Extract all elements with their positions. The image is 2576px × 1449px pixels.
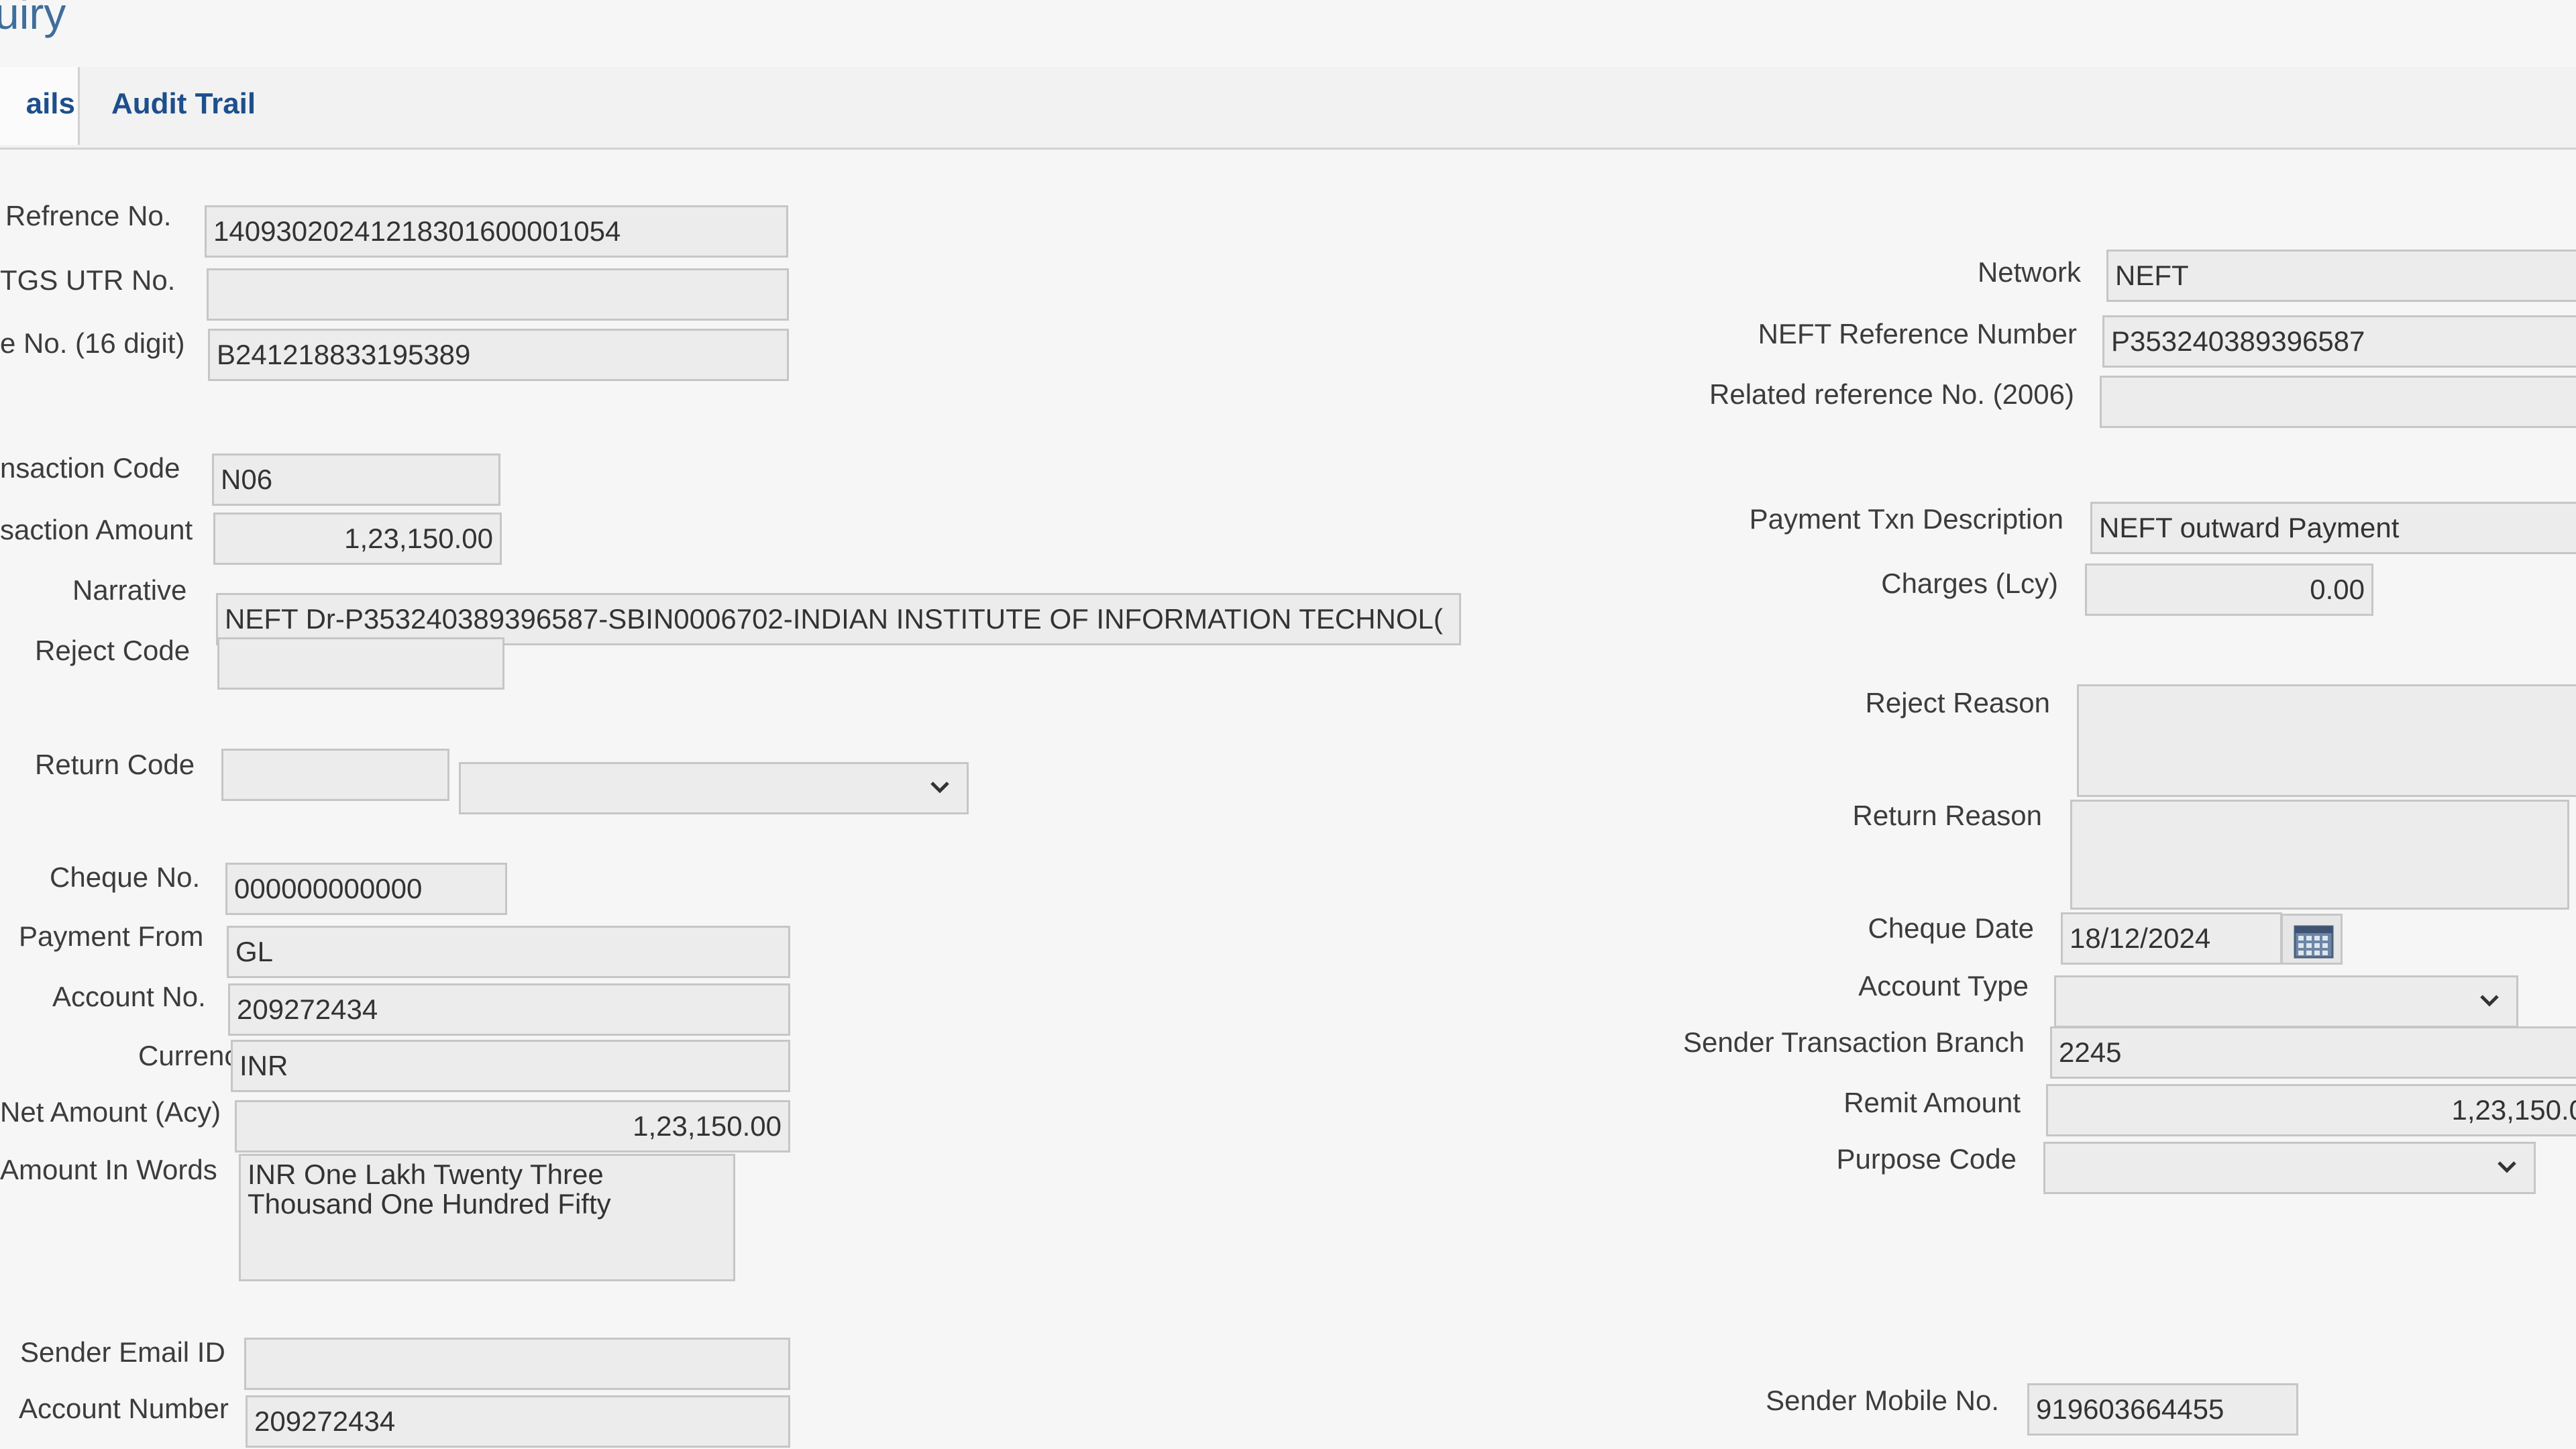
net-amount-label: Net Amount (Acy) [0, 1096, 221, 1128]
payment-from-label: Payment From [19, 920, 204, 952]
cheque-no-field[interactable]: 000000000000 [225, 863, 507, 915]
reference-no-label: Refrence No. [5, 200, 172, 231]
reject-reason-field[interactable] [2077, 684, 2576, 797]
reject-code-field[interactable] [217, 637, 504, 690]
amount-in-words-label: Amount In Words [0, 1154, 217, 1185]
tab-audit-trail[interactable]: Audit Trail [111, 67, 256, 145]
charges-field[interactable]: 0.00 [2085, 564, 2373, 616]
tab-bar: ails Audit Trail [0, 67, 2576, 150]
page-title: uiry [0, 0, 66, 38]
net-amount-field[interactable]: 1,23,150.00 [235, 1100, 790, 1152]
account-number-label: Account Number [19, 1393, 229, 1424]
transaction-code-label: nsaction Code [0, 452, 180, 484]
account-type-label: Account Type [1858, 970, 2029, 1002]
account-type-select[interactable] [2054, 975, 2518, 1028]
sender-email-field[interactable] [244, 1338, 790, 1390]
cheque-date-label: Cheque Date [1868, 912, 2034, 944]
account-number-field[interactable]: 209272434 [246, 1395, 790, 1448]
sixteen-digit-no-label: e No. (16 digit) [0, 327, 185, 359]
sender-mobile-label: Sender Mobile No. [1766, 1385, 1999, 1416]
return-reason-label: Return Reason [1852, 800, 2043, 831]
cheque-date-field[interactable]: 18/12/2024 [2061, 912, 2282, 965]
purpose-code-select[interactable] [2043, 1142, 2536, 1194]
related-reference-label: Related reference No. (2006) [1709, 378, 2074, 410]
charges-label: Charges (Lcy) [1881, 568, 2058, 599]
utr-no-field[interactable] [207, 268, 789, 321]
neft-reference-field[interactable]: P353240389396587 [2102, 315, 2576, 368]
transaction-amount-field[interactable]: 1,23,150.00 [213, 513, 502, 565]
chevron-down-icon [2480, 995, 2499, 1007]
network-label: Network [1977, 256, 2081, 288]
payment-txn-description-label: Payment Txn Description [1749, 503, 2063, 535]
utr-no-label: TGS UTR No. [0, 264, 176, 296]
payment-txn-description-field[interactable]: NEFT outward Payment [2090, 502, 2576, 554]
related-reference-field[interactable] [2100, 376, 2576, 428]
account-no-field[interactable]: 209272434 [228, 983, 790, 1036]
narrative-label: Narrative [72, 574, 187, 606]
sender-transaction-branch-field[interactable]: 2245 [2050, 1026, 2576, 1079]
purpose-code-label: Purpose Code [1836, 1143, 2017, 1175]
sixteen-digit-no-field[interactable]: B241218833195389 [208, 329, 789, 381]
currency-field[interactable]: INR [231, 1040, 790, 1092]
reference-no-field[interactable]: 14093020241218301600001054 [205, 205, 788, 258]
sender-email-label: Sender Email ID [20, 1336, 225, 1368]
transaction-code-field[interactable]: N06 [212, 453, 500, 506]
return-code-label: Return Code [35, 749, 195, 780]
chevron-down-icon [930, 782, 949, 794]
chevron-down-icon [2498, 1161, 2516, 1173]
return-reason-field[interactable] [2070, 800, 2569, 910]
calendar-button[interactable] [2281, 914, 2343, 965]
transaction-amount-label: saction Amount [0, 514, 193, 545]
neft-reference-label: NEFT Reference Number [1758, 318, 2077, 350]
reject-code-label: Reject Code [35, 635, 191, 666]
amount-in-words-field[interactable]: INR One Lakh Twenty Three Thousand One H… [239, 1154, 735, 1281]
payment-from-field[interactable]: GL [227, 926, 790, 978]
reject-reason-label: Reject Reason [1865, 687, 2050, 718]
calendar-icon [2294, 925, 2334, 959]
sender-transaction-branch-label: Sender Transaction Branch [1683, 1026, 2025, 1058]
account-no-label: Account No. [52, 981, 206, 1012]
remit-amount-field[interactable]: 1,23,150.0 [2046, 1084, 2576, 1136]
return-code-field[interactable] [221, 749, 449, 801]
tab-details[interactable]: ails [0, 67, 80, 145]
remit-amount-label: Remit Amount [1843, 1087, 2021, 1118]
return-code-select[interactable] [459, 762, 969, 814]
network-field[interactable]: NEFT [2106, 250, 2576, 302]
sender-mobile-field[interactable]: 919603664455 [2027, 1383, 2298, 1436]
cheque-no-label: Cheque No. [50, 861, 201, 893]
